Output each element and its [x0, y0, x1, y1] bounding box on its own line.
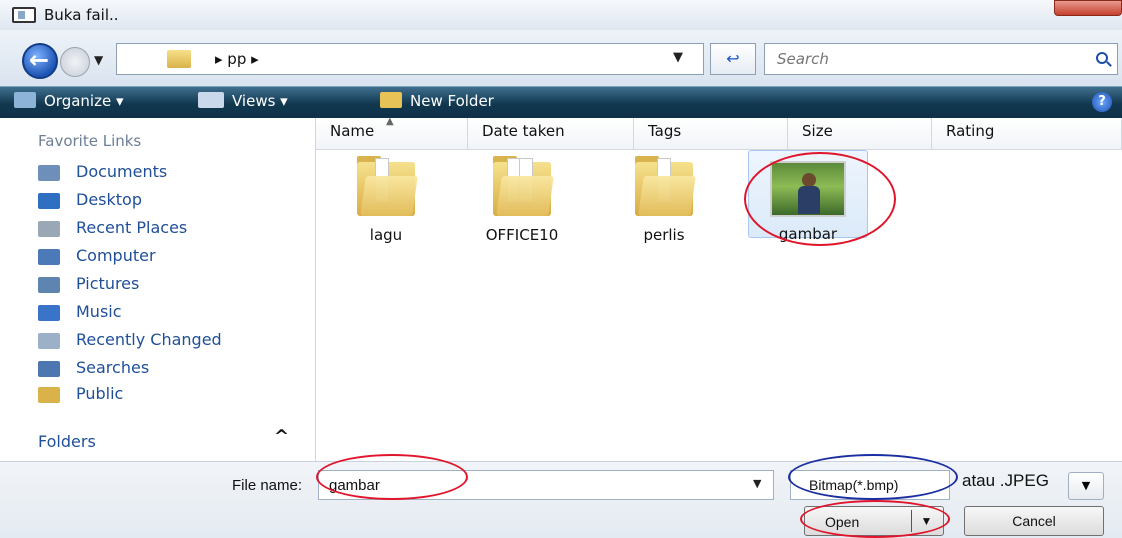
- sidebar-item-label: Documents: [76, 162, 168, 181]
- folder-icon: [357, 154, 418, 216]
- views-label: Views ▾: [232, 92, 288, 110]
- sidebar-item-label: Computer: [76, 246, 156, 265]
- column-header-size[interactable]: Size: [788, 118, 932, 150]
- chevron-down-icon: ▼: [1081, 479, 1091, 492]
- address-bar[interactable]: ▸ pp ▸ ▼: [116, 43, 704, 75]
- sidebar-item-label: Music: [76, 302, 122, 321]
- organize-icon: [14, 92, 36, 108]
- annotation-text: atau .JPEG: [962, 471, 1049, 490]
- new-folder-label: New Folder: [410, 92, 494, 110]
- column-header-label: Rating: [946, 122, 995, 140]
- sidebar-item-label: Searches: [76, 358, 150, 377]
- file-name-combobox[interactable]: ▼: [318, 470, 774, 500]
- image-thumbnail: [770, 161, 846, 217]
- close-button[interactable]: [1054, 0, 1122, 16]
- column-header-date-taken[interactable]: Date taken: [468, 118, 634, 150]
- desktop-icon: [38, 193, 60, 209]
- new-folder-icon: [380, 92, 402, 108]
- column-header-rating[interactable]: Rating: [932, 118, 1122, 150]
- sidebar-item-label: Public: [76, 384, 124, 403]
- sidebar-item-label: Recent Places: [76, 218, 188, 237]
- window-title: Buka fail..: [44, 6, 119, 24]
- searches-icon: [38, 361, 60, 377]
- refresh-icon: ↩: [726, 49, 740, 68]
- chevron-up-icon[interactable]: ^: [274, 426, 289, 447]
- window-icon: [12, 7, 36, 23]
- file-name-label: gambar: [778, 225, 838, 243]
- address-dropdown-icon[interactable]: ▼: [673, 50, 683, 65]
- search-input[interactable]: [775, 48, 1075, 70]
- documents-icon: [38, 165, 60, 181]
- sidebar-item-label: Recently Changed: [76, 330, 222, 349]
- help-icon[interactable]: ?: [1092, 92, 1112, 112]
- column-header-name[interactable]: Name ▲: [316, 116, 468, 150]
- column-header-label: Tags: [648, 122, 682, 140]
- folder-icon: [493, 154, 554, 216]
- recently-changed-icon: [38, 333, 60, 349]
- sidebar-item-label: Desktop: [76, 190, 142, 209]
- file-type-select[interactable]: Bitmap(*.bmp): [790, 470, 950, 500]
- favorite-links-heading: Favorite Links: [38, 132, 142, 150]
- history-dropdown-icon[interactable]: ▼: [94, 53, 103, 67]
- folder-icon: [635, 154, 696, 216]
- file-type-value: Bitmap(*.bmp): [809, 477, 899, 493]
- open-button[interactable]: Open ▼: [804, 506, 944, 536]
- new-folder-button[interactable]: New Folder: [380, 92, 494, 110]
- column-header-label: Size: [802, 122, 833, 140]
- file-list: Name ▲ Date taken Tags Size Rating lagu …: [316, 116, 1122, 461]
- public-folder-icon: [38, 387, 60, 403]
- computer-icon: [38, 249, 60, 265]
- file-name-input[interactable]: [327, 475, 727, 495]
- folders-toggle[interactable]: Folders: [38, 432, 96, 451]
- views-menu[interactable]: Views ▾: [198, 92, 288, 110]
- search-box[interactable]: [764, 43, 1118, 75]
- search-icon[interactable]: [1096, 52, 1108, 64]
- folder-item-office10[interactable]: OFFICE10: [462, 154, 582, 244]
- title-bar: Buka fail..: [0, 0, 1122, 30]
- open-options-dropdown-icon[interactable]: ▼: [911, 510, 941, 532]
- views-icon: [198, 92, 224, 108]
- image-file-item-gambar[interactable]: gambar: [748, 150, 868, 243]
- file-name-label: OFFICE10: [485, 226, 559, 244]
- address-path[interactable]: ▸ pp ▸: [215, 50, 259, 68]
- organize-menu[interactable]: Organize ▾: [14, 92, 124, 110]
- column-header-label: Date taken: [482, 122, 565, 140]
- forward-button[interactable]: [60, 47, 90, 77]
- navigation-pane: Favorite Links Documents Desktop Recent …: [0, 118, 316, 461]
- back-button[interactable]: [22, 43, 58, 79]
- recent-places-icon: [38, 221, 60, 237]
- file-name-label: File name:: [232, 477, 303, 494]
- folder-item-perlis[interactable]: perlis: [604, 154, 724, 244]
- file-name-label: lagu: [369, 226, 403, 244]
- organize-label: Organize ▾: [44, 92, 124, 110]
- command-toolbar: Organize ▾ Views ▾ New Folder ?: [0, 86, 1122, 118]
- file-dialog-footer: File name: ▼ Bitmap(*.bmp) atau .JPEG ▼ …: [0, 461, 1122, 538]
- folder-icon: [167, 50, 191, 68]
- column-header-tags[interactable]: Tags: [634, 118, 788, 150]
- file-name-label: perlis: [643, 226, 685, 244]
- file-type-dropdown-button[interactable]: ▼: [1068, 472, 1104, 500]
- file-name-dropdown-icon[interactable]: ▼: [753, 477, 761, 490]
- sort-ascending-icon: ▲: [386, 116, 394, 127]
- pictures-icon: [38, 277, 60, 293]
- cancel-button[interactable]: Cancel: [964, 506, 1104, 536]
- sidebar-item-label: Pictures: [76, 274, 140, 293]
- folder-item-lagu[interactable]: lagu: [326, 154, 446, 244]
- music-icon: [38, 305, 60, 321]
- refresh-button[interactable]: ↩: [710, 43, 756, 75]
- open-button-label: Open: [825, 514, 860, 530]
- column-header-label: Name: [330, 122, 375, 140]
